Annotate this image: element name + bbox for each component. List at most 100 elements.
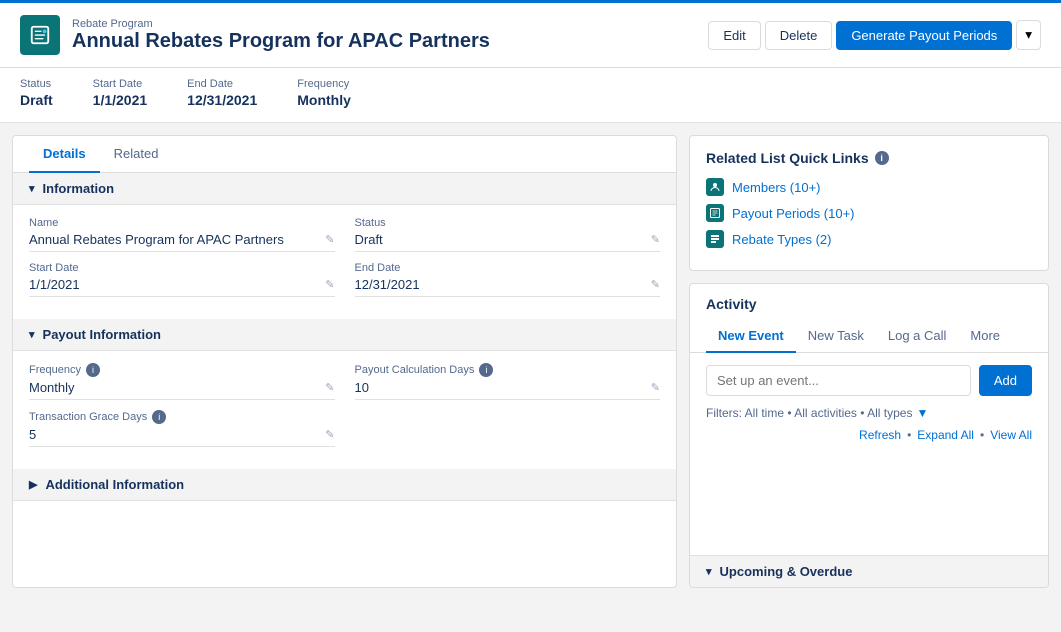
payout-calc-value: 10	[355, 380, 369, 395]
frequency-field-label: Frequency i	[29, 363, 335, 377]
additional-label: Additional Information	[45, 477, 184, 492]
status-value: Draft	[20, 92, 53, 108]
name-status-row: Name Annual Rebates Program for APAC Par…	[29, 217, 660, 252]
expand-all-link[interactable]: Expand All	[917, 428, 974, 442]
view-all-link[interactable]: View All	[990, 428, 1032, 442]
start-date-value: 1/1/2021	[93, 92, 148, 108]
tab-new-task[interactable]: New Task	[796, 320, 876, 353]
end-date-field-label: End Date	[355, 262, 661, 274]
activity-tabs: New Event New Task Log a Call More	[706, 320, 1032, 352]
frequency-edit-icon[interactable]: ✎	[325, 381, 334, 394]
end-date-value: 12/31/2021	[187, 92, 257, 108]
generate-payout-button[interactable]: Generate Payout Periods	[836, 21, 1012, 50]
header-left: Rebate Program Annual Rebates Program fo…	[20, 15, 490, 55]
activity-links: Refresh • Expand All • View All	[706, 428, 1032, 442]
payout-calc-edit-icon[interactable]: ✎	[651, 381, 660, 394]
payout-calc-value-container: 10 ✎	[355, 380, 661, 400]
frequency-calc-row: Frequency i Monthly ✎ Payout Calculation…	[29, 363, 660, 400]
payout-calc-field: Payout Calculation Days i 10 ✎	[355, 363, 661, 400]
start-date-field-value: 1/1/2021	[29, 277, 80, 292]
tab-related[interactable]: Related	[100, 136, 173, 173]
chevron-down-icon: ▾	[1025, 27, 1032, 42]
payout-label: Payout Information	[43, 327, 161, 342]
tab-new-event[interactable]: New Event	[706, 320, 796, 353]
frequency-field-value-container: Monthly ✎	[29, 380, 335, 400]
grace-days-edit-icon[interactable]: ✎	[325, 428, 334, 441]
grace-days-info-icon[interactable]: i	[152, 410, 166, 424]
tab-log-call[interactable]: Log a Call	[876, 320, 959, 353]
payout-periods-icon	[706, 204, 724, 222]
grace-days-field: Transaction Grace Days i 5 ✎	[29, 410, 335, 447]
edit-button[interactable]: Edit	[708, 21, 760, 50]
app-icon	[20, 15, 60, 55]
activity-header: Activity New Event New Task Log a Call M…	[690, 284, 1048, 353]
start-date-field-value-container: 1/1/2021 ✎	[29, 277, 335, 297]
name-value-container: Annual Rebates Program for APAC Partners…	[29, 232, 335, 252]
add-event-button[interactable]: Add	[979, 365, 1032, 396]
tab-more[interactable]: More	[958, 320, 1012, 353]
main-tabs: Details Related	[13, 136, 676, 173]
information-section-header[interactable]: ▾ Information	[13, 173, 676, 205]
end-date-edit-icon[interactable]: ✎	[651, 278, 660, 291]
name-field: Name Annual Rebates Program for APAC Par…	[29, 217, 335, 252]
quick-links-info-icon[interactable]: i	[875, 151, 889, 165]
page-header: Rebate Program Annual Rebates Program fo…	[0, 0, 1061, 68]
grace-days-value: 5	[29, 427, 36, 442]
frequency-value: Monthly	[297, 92, 351, 108]
name-label: Name	[29, 217, 335, 229]
end-date-label: End Date	[187, 78, 257, 90]
start-date-field-label: Start Date	[29, 262, 335, 274]
end-date-meta: End Date 12/31/2021	[187, 78, 257, 108]
quick-links-panel: Related List Quick Links i Members (10+)…	[689, 135, 1049, 271]
status-field: Status Draft ✎	[355, 217, 661, 252]
dot-separator-2: •	[980, 428, 984, 442]
right-panel: Related List Quick Links i Members (10+)…	[689, 135, 1049, 588]
status-field-value-container: Draft ✎	[355, 232, 661, 252]
upcoming-overdue-section[interactable]: ▾ Upcoming & Overdue	[690, 555, 1048, 587]
filters-row: Filters: All time • All activities • All…	[706, 406, 1032, 420]
frequency-field-value: Monthly	[29, 380, 75, 395]
members-link[interactable]: Members (10+)	[732, 180, 821, 195]
event-input[interactable]	[706, 365, 971, 396]
status-edit-icon[interactable]: ✎	[651, 233, 660, 246]
members-link-item: Members (10+)	[706, 178, 1032, 196]
placeholder-field	[355, 410, 661, 447]
chevron-down-icon: ▾	[29, 182, 35, 195]
start-date-label: Start Date	[93, 78, 148, 90]
additional-section-header[interactable]: ▶ Additional Information	[13, 469, 676, 501]
status-field-value: Draft	[355, 232, 383, 247]
start-date-field: Start Date 1/1/2021 ✎	[29, 262, 335, 297]
payout-periods-link[interactable]: Payout Periods (10+)	[732, 206, 854, 221]
start-date-edit-icon[interactable]: ✎	[325, 278, 334, 291]
dates-row: Start Date 1/1/2021 ✎ End Date 12/31/202…	[29, 262, 660, 297]
end-date-field: End Date 12/31/2021 ✎	[355, 262, 661, 297]
tab-details[interactable]: Details	[29, 136, 100, 173]
frequency-info-icon[interactable]: i	[86, 363, 100, 377]
filter-icon[interactable]: ▼	[916, 406, 928, 420]
rebate-types-icon	[706, 230, 724, 248]
frequency-label: Frequency	[297, 78, 351, 90]
refresh-link[interactable]: Refresh	[859, 428, 901, 442]
app-subtitle: Rebate Program	[72, 18, 490, 30]
status-label: Status	[20, 78, 53, 90]
frequency-meta: Frequency Monthly	[297, 78, 351, 108]
rebate-types-link[interactable]: Rebate Types (2)	[732, 232, 831, 247]
name-edit-icon[interactable]: ✎	[325, 233, 334, 246]
payout-periods-link-item: Payout Periods (10+)	[706, 204, 1032, 222]
main-layout: Details Related ▾ Information Name Annua…	[0, 123, 1061, 600]
payout-chevron-icon: ▾	[29, 328, 35, 341]
upcoming-chevron-icon: ▾	[706, 565, 712, 578]
status-field-label: Status	[355, 217, 661, 229]
payout-calc-info-icon[interactable]: i	[479, 363, 493, 377]
dot-separator-1: •	[907, 428, 911, 442]
upcoming-label: Upcoming & Overdue	[720, 564, 853, 579]
information-label: Information	[43, 181, 115, 196]
payout-section-header[interactable]: ▾ Payout Information	[13, 319, 676, 351]
grace-days-label: Transaction Grace Days i	[29, 410, 335, 424]
status-meta: Status Draft	[20, 78, 53, 108]
activity-title: Activity	[706, 296, 1032, 312]
delete-button[interactable]: Delete	[765, 21, 833, 50]
details-scroll: ▾ Information Name Annual Rebates Progra…	[13, 173, 676, 587]
start-date-meta: Start Date 1/1/2021	[93, 78, 148, 108]
actions-dropdown-button[interactable]: ▾	[1016, 20, 1041, 50]
